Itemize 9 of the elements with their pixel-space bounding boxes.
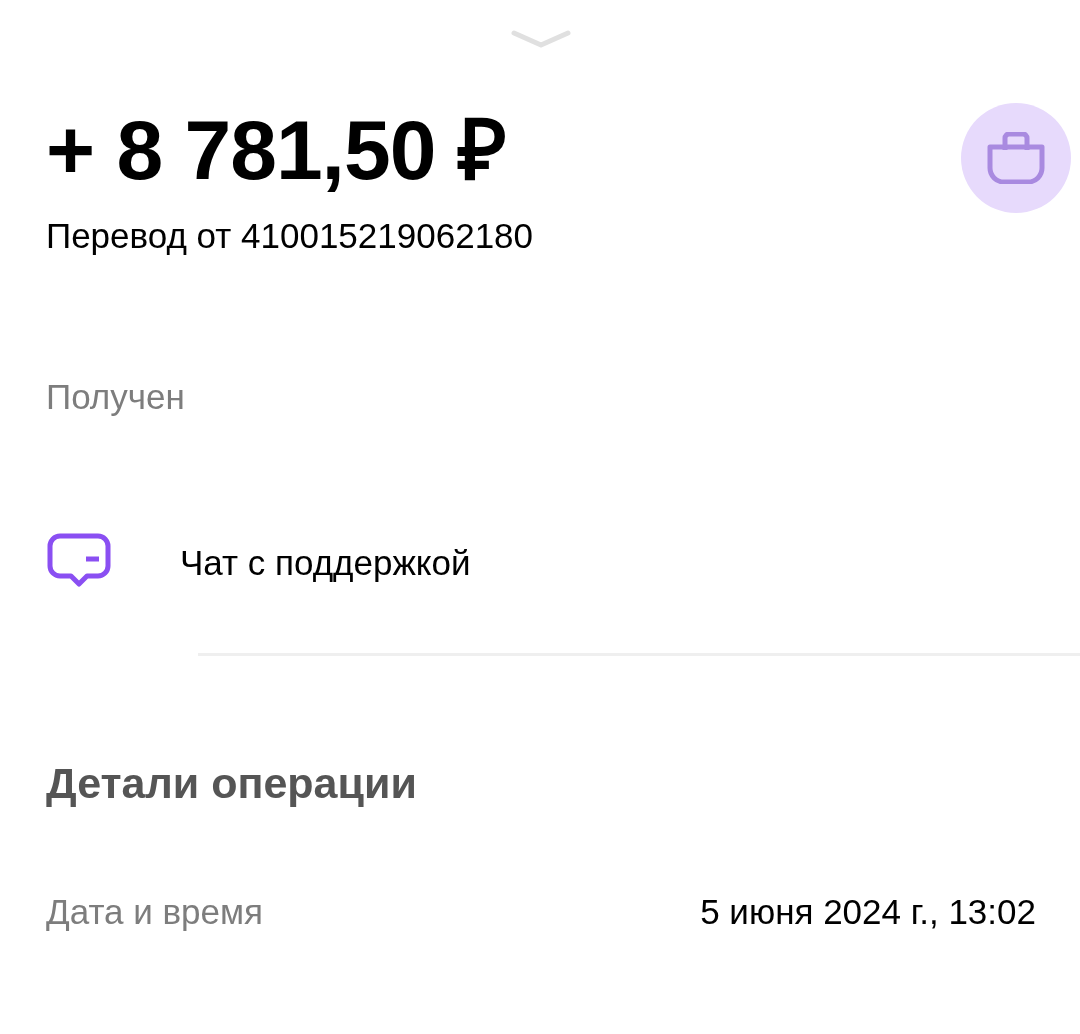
detail-value: 5 июня 2024 г., 13:02 (700, 890, 1036, 933)
status-text: Получен (46, 375, 186, 418)
shopping-bag-icon (987, 132, 1045, 184)
collapse-handle-icon[interactable] (511, 30, 571, 48)
section-title: Детали операции (46, 758, 418, 809)
detail-label: Дата и время (46, 890, 264, 933)
support-chat-item[interactable]: Чат с поддержкой (46, 533, 1036, 593)
amount: + 8 781,50 ₽ (46, 108, 507, 192)
transfer-description: Перевод от 410015219062180 (46, 215, 534, 257)
